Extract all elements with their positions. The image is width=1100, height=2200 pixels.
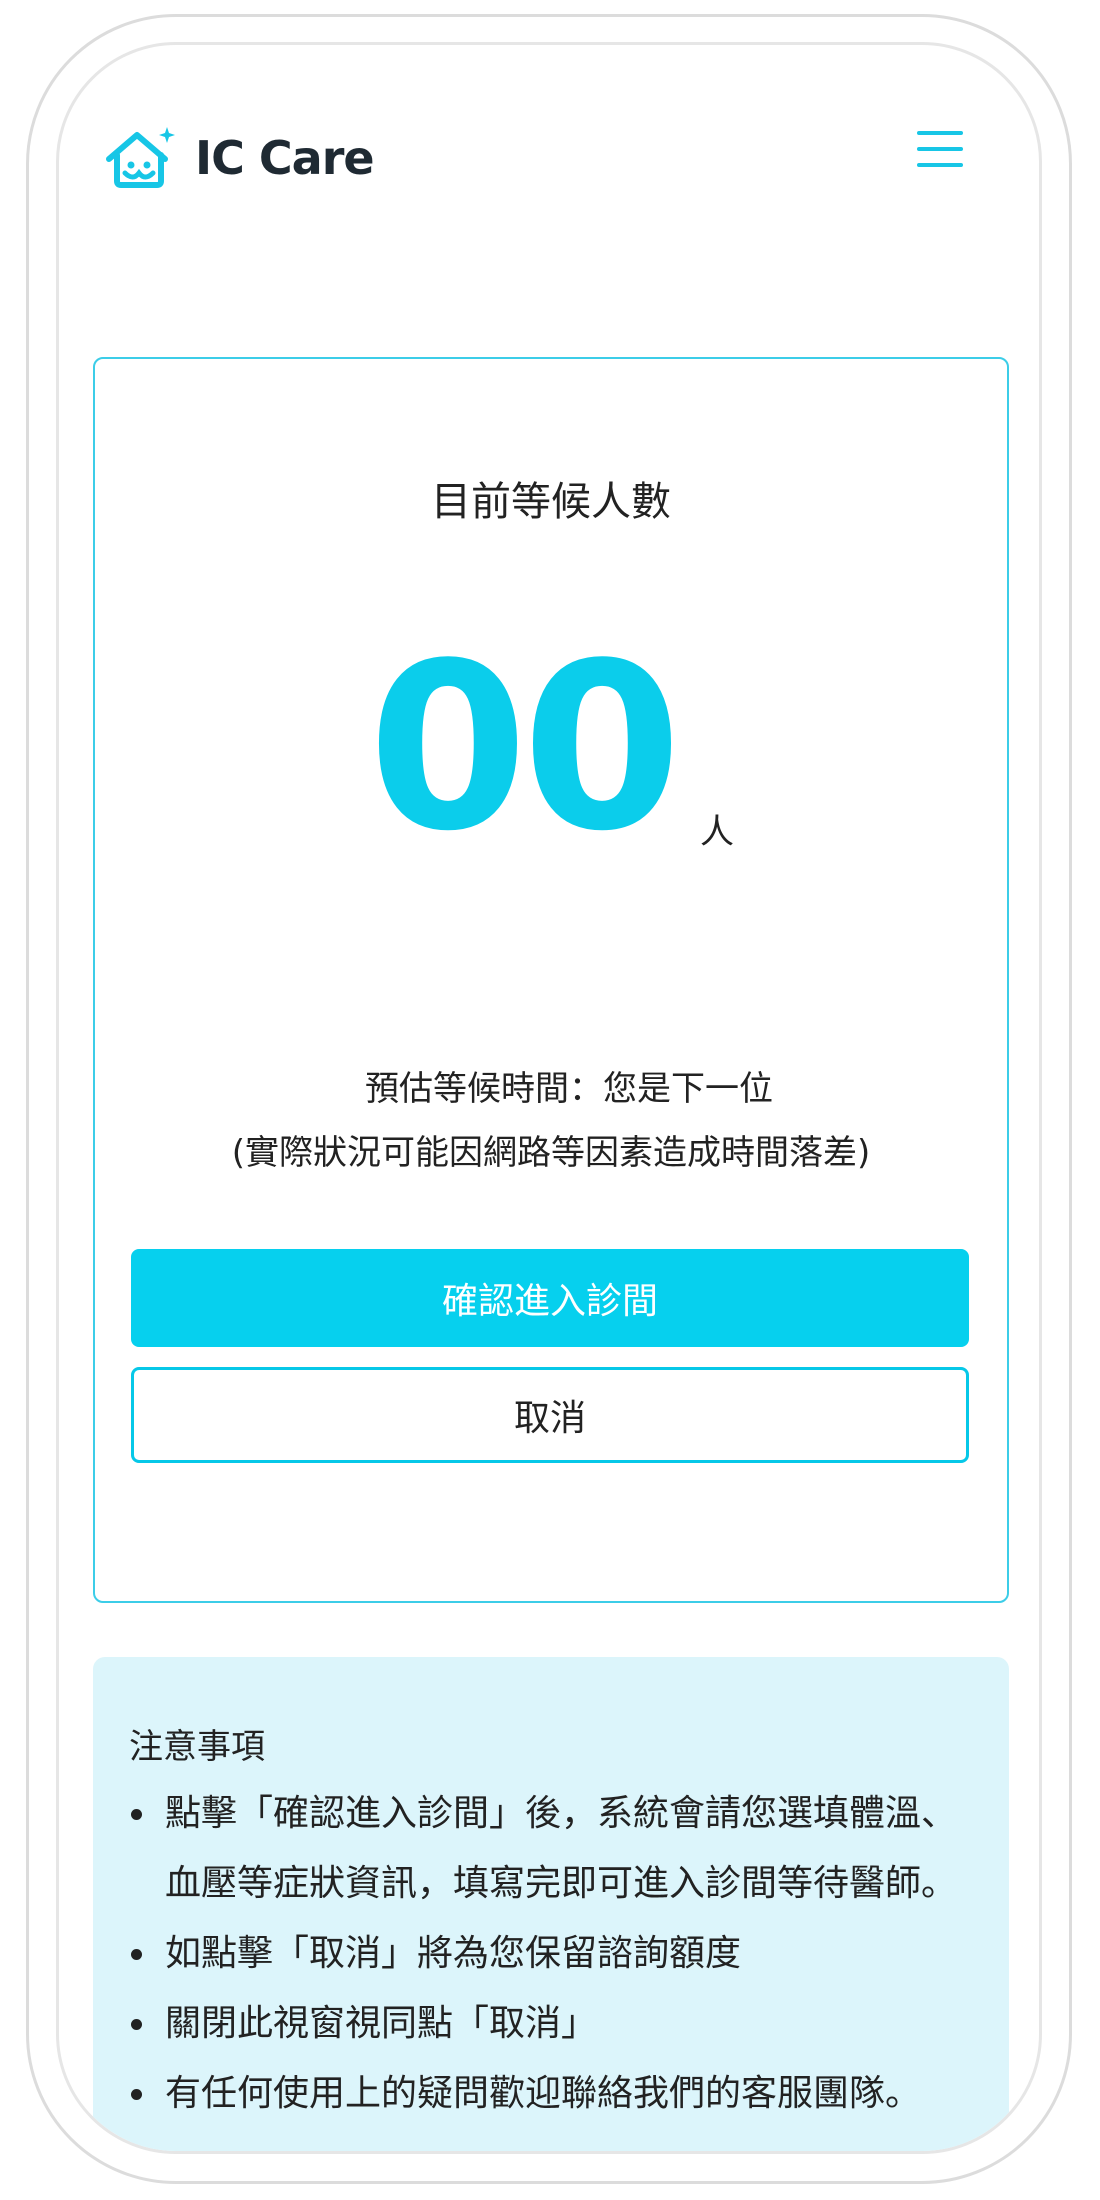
notice-item: 點擊「確認進入診間」後，系統會請您選填體溫、血壓等症狀資訊，填寫完即可進入診間等… xyxy=(129,1779,989,1919)
hamburger-menu-icon[interactable] xyxy=(917,131,963,167)
bullet-icon xyxy=(131,1809,142,1820)
bullet-icon xyxy=(131,1949,142,1960)
device-screen: IC Care 目前等候人數 00 人 預估等候時間：您是下一位 (實際狀況可能因… xyxy=(56,42,1042,2154)
cancel-button[interactable]: 取消 xyxy=(131,1367,969,1463)
brand-logo[interactable]: IC Care xyxy=(103,125,375,191)
waiting-count-number: 00 xyxy=(367,615,682,882)
notice-item: 有任何使用上的疑問歡迎聯絡我們的客服團隊。 xyxy=(129,2059,989,2129)
waiting-count: 00 人 xyxy=(95,615,1007,882)
wait-time-disclaimer: (實際狀況可能因網路等因素造成時間落差) xyxy=(231,1133,871,1173)
waiting-count-unit: 人 xyxy=(700,812,735,852)
notice-title: 注意事項 xyxy=(129,1727,265,1767)
brand-name: IC Care xyxy=(195,131,375,185)
estimated-wait-time: 預估等候時間：您是下一位 xyxy=(95,1061,1007,1110)
notice-item: 關閉此視窗視同點「取消」 xyxy=(129,1989,989,2059)
queue-status-card: 目前等候人數 00 人 預估等候時間：您是下一位 (實際狀況可能因網路等因素造成時… xyxy=(93,357,1009,1603)
house-sparkle-icon xyxy=(103,125,177,191)
notice-item: 如點擊「取消」將為您保留諮詢額度 xyxy=(129,1919,989,1989)
queue-title: 目前等候人數 xyxy=(431,479,671,525)
confirm-enter-room-button[interactable]: 確認進入診間 xyxy=(131,1249,969,1347)
app-header: IC Care xyxy=(59,45,1039,245)
notice-list: 點擊「確認進入診間」後，系統會請您選填體溫、血壓等症狀資訊，填寫完即可進入診間等… xyxy=(129,1779,989,2129)
bullet-icon xyxy=(131,2019,142,2030)
estimated-wait-label: 預估等候時間：您是下一位 xyxy=(365,1069,773,1109)
notice-panel: 注意事項 點擊「確認進入診間」後，系統會請您選填體溫、血壓等症狀資訊，填寫完即可… xyxy=(93,1657,1009,2151)
bullet-icon xyxy=(131,2089,142,2100)
